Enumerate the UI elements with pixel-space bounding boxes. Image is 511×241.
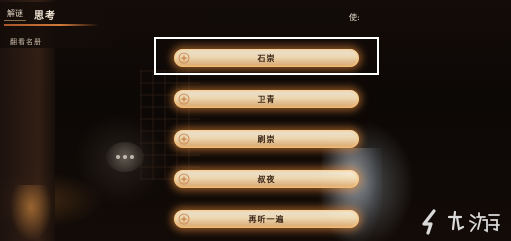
choice-label: 叔夜 (257, 174, 276, 184)
jiuyou-mark-icon (422, 209, 436, 235)
selection-highlight-frame (154, 37, 379, 75)
choice-label: 卫青 (257, 94, 276, 104)
choice-option-2[interactable]: 卫青 (174, 90, 359, 108)
chapter-title: 思考 (34, 10, 56, 22)
choice-label: 刷崇 (257, 134, 276, 144)
dialogue-banner-text: 使: (349, 13, 360, 22)
chapter-underline (4, 24, 99, 26)
chapter-header: 解谜 思考 (4, 5, 109, 23)
choice-label: 再听一遍 (248, 214, 285, 224)
jiuyou-wordmark (447, 210, 500, 233)
chapter-panel: 解谜 思考 翻看名册 (0, 2, 115, 48)
choice-option-4[interactable]: 叔夜 (174, 170, 359, 188)
choice-option-5[interactable]: 再听一遍 (174, 210, 359, 228)
lattice-window (140, 70, 200, 180)
choice-option-3[interactable]: 刷崇 (174, 130, 359, 148)
chapter-tag: 解谜 (4, 7, 26, 21)
dialogue-banner (182, 8, 372, 30)
chapter-subtitle: 翻看名册 (10, 38, 42, 46)
speech-bubble-icon[interactable] (106, 142, 144, 172)
jiuyou-logo (420, 207, 510, 237)
lantern-glow (10, 185, 52, 241)
